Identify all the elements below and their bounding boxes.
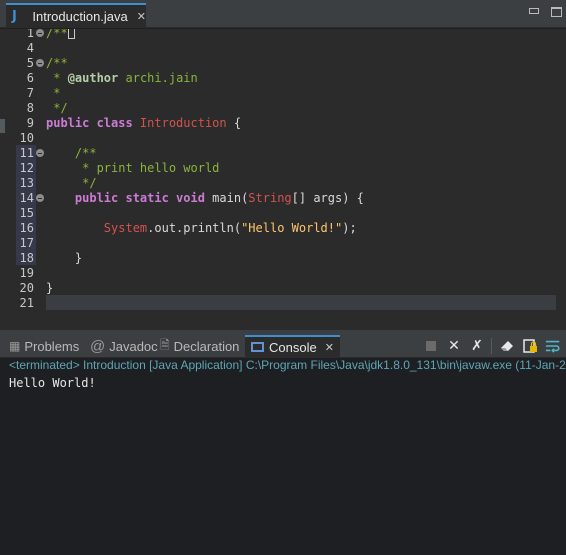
fold-toggle-icon[interactable]	[36, 29, 44, 37]
code-area[interactable]: /** /** * @author archi.jain * */ public…	[46, 29, 566, 330]
line-number-gutter: 1 4 5 6 7 8 9 10 11 12 13 14 15 16 17 18…	[8, 29, 46, 330]
code-line-1: /**	[46, 29, 75, 41]
console-output-area[interactable]: <terminated> Introduction [Java Applicat…	[0, 358, 566, 555]
current-line-highlight	[46, 295, 556, 310]
java-file-icon: J	[12, 8, 17, 24]
close-icon[interactable]: ✕	[325, 341, 334, 354]
line-number: 15	[19, 206, 34, 220]
code-line-8: */	[46, 101, 68, 115]
line-number: 1	[26, 29, 34, 40]
line-number: 12	[19, 161, 34, 175]
folded-block-icon[interactable]	[67, 29, 75, 39]
remove-all-terminated-icon[interactable]: ✗	[469, 338, 485, 354]
console-status-line: <terminated> Introduction [Java Applicat…	[9, 358, 566, 372]
code-line-16: System.out.println("Hello World!");	[103, 221, 357, 235]
line-number: 13	[19, 176, 34, 190]
code-editor[interactable]: 1 4 5 6 7 8 9 10 11 12 13 14 15 16 17 18…	[0, 29, 566, 330]
fold-toggle-icon[interactable]	[36, 59, 44, 67]
line-number: 9	[26, 116, 34, 130]
line-number: 16	[19, 221, 34, 235]
code-line-7: *	[46, 86, 61, 100]
maximize-icon[interactable]	[550, 6, 562, 17]
tab-javadoc[interactable]: @ Javadoc	[90, 335, 158, 357]
code-line-11: /**	[46, 146, 97, 160]
fold-toggle-icon[interactable]	[36, 194, 44, 202]
scroll-lock-icon[interactable]	[522, 338, 538, 354]
line-number: 7	[26, 86, 34, 100]
line-number: 10	[19, 131, 34, 145]
declaration-icon: 🗎	[160, 337, 170, 352]
toolbar-separator	[491, 338, 492, 354]
editor-left-strip	[0, 29, 8, 330]
line-number: 6	[26, 71, 34, 85]
line-number: 18	[19, 251, 34, 265]
line-number: 8	[26, 101, 34, 115]
tab-console[interactable]: Console ✕	[245, 335, 340, 357]
code-line-18: }	[46, 251, 83, 265]
line-number: 20	[19, 281, 34, 295]
code-line-14: public static void main(String[] args) {	[46, 191, 364, 205]
at-sign-icon: @	[90, 337, 106, 355]
tab-problems[interactable]: ▦ Problems	[9, 335, 79, 357]
line-number: 21	[19, 296, 34, 310]
clear-console-icon[interactable]	[499, 338, 515, 354]
console-output-line: Hello World!	[9, 376, 96, 390]
remove-launch-icon[interactable]: ✕	[446, 338, 462, 354]
problems-icon: ▦	[9, 339, 21, 353]
code-line-6: * @author archi.jain	[46, 71, 198, 85]
console-tab-bar: ▦ Problems @ Javadoc 🗎 Declaration Conso…	[0, 334, 566, 358]
code-line-9: public class Introduction {	[46, 116, 242, 130]
editor-tab-bar: J Introduction.java ✕	[0, 0, 566, 28]
word-wrap-icon[interactable]	[545, 338, 561, 354]
scroll-marker	[0, 119, 5, 133]
line-number: 14	[19, 191, 34, 205]
line-number: 19	[19, 266, 34, 280]
fold-toggle-icon[interactable]	[36, 149, 44, 157]
line-number: 11	[19, 146, 34, 160]
line-number: 17	[19, 236, 34, 250]
tab-declaration[interactable]: 🗎 Declaration	[160, 335, 239, 357]
minimize-icon[interactable]	[528, 6, 540, 16]
line-number: 4	[26, 41, 34, 55]
close-icon[interactable]: ✕	[137, 10, 146, 23]
terminate-icon[interactable]	[423, 338, 439, 354]
tab-introduction-java[interactable]: J Introduction.java ✕	[6, 3, 146, 28]
tab-label: Introduction.java	[32, 9, 128, 24]
code-line-13: */	[46, 176, 97, 190]
console-icon	[251, 342, 264, 352]
code-line-20: }	[46, 281, 54, 295]
code-line-5: /**	[46, 56, 68, 70]
line-number: 5	[26, 56, 34, 70]
code-line-12: * print hello world	[46, 161, 220, 175]
